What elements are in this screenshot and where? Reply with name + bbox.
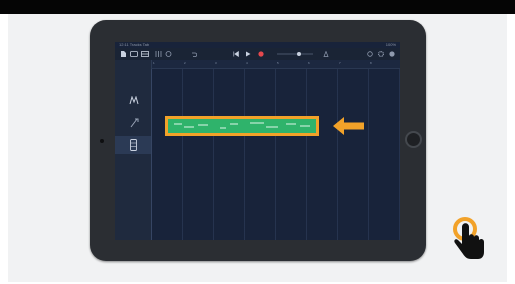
keyboard-icon [130, 139, 137, 151]
my-songs-icon[interactable] [120, 51, 126, 57]
track-header-drums[interactable] [115, 92, 151, 110]
bar-number: 8 [370, 61, 372, 65]
stage: 12:11 Tracks Tab 100% 1 2 3 4 5 6 7 8 [0, 0, 515, 284]
settings-icon[interactable] [378, 51, 384, 57]
home-button[interactable] [405, 131, 422, 148]
arrow-left-icon [333, 117, 364, 135]
bar-number: 7 [339, 61, 341, 65]
smart-bass-icon [130, 118, 139, 128]
timeline-ruler[interactable]: 1 2 3 4 5 6 7 8 [151, 60, 400, 69]
browser-icon[interactable] [130, 51, 138, 57]
smart-controls-icon[interactable] [165, 51, 172, 57]
bar-number: 3 [215, 61, 217, 65]
drum-machine-icon [129, 96, 139, 105]
bar-number: 2 [184, 61, 186, 65]
keyboard-region[interactable] [165, 116, 319, 136]
tracks-view-icon[interactable] [141, 51, 149, 57]
master-volume-icon[interactable] [277, 51, 313, 57]
tracks-grid[interactable] [151, 69, 400, 240]
toolbar [115, 48, 400, 60]
bar-number: 4 [246, 61, 248, 65]
metronome-icon[interactable] [323, 51, 329, 57]
go-to-beginning-icon[interactable] [233, 51, 239, 57]
undo-icon[interactable] [191, 51, 197, 57]
ipad-device: 12:11 Tracks Tab 100% 1 2 3 4 5 6 7 8 [90, 20, 426, 261]
track-header-bass[interactable] [115, 114, 151, 132]
front-camera [100, 139, 104, 143]
bar-number: 6 [308, 61, 310, 65]
midi-notes [174, 122, 310, 129]
track-header-keyboard[interactable] [115, 136, 151, 154]
mixer-icon[interactable] [155, 51, 162, 57]
help-icon[interactable] [389, 51, 395, 57]
video-top-bar [0, 0, 515, 14]
tap-hand-icon [453, 217, 484, 259]
loop-icon[interactable] [367, 51, 373, 57]
play-icon[interactable] [245, 51, 251, 57]
bar-number: 5 [277, 61, 279, 65]
garageband-screen: 12:11 Tracks Tab 100% 1 2 3 4 5 6 7 8 [115, 42, 400, 240]
record-icon[interactable] [258, 51, 264, 57]
track-headers: + [115, 60, 152, 240]
bar-number: 1 [153, 61, 155, 65]
